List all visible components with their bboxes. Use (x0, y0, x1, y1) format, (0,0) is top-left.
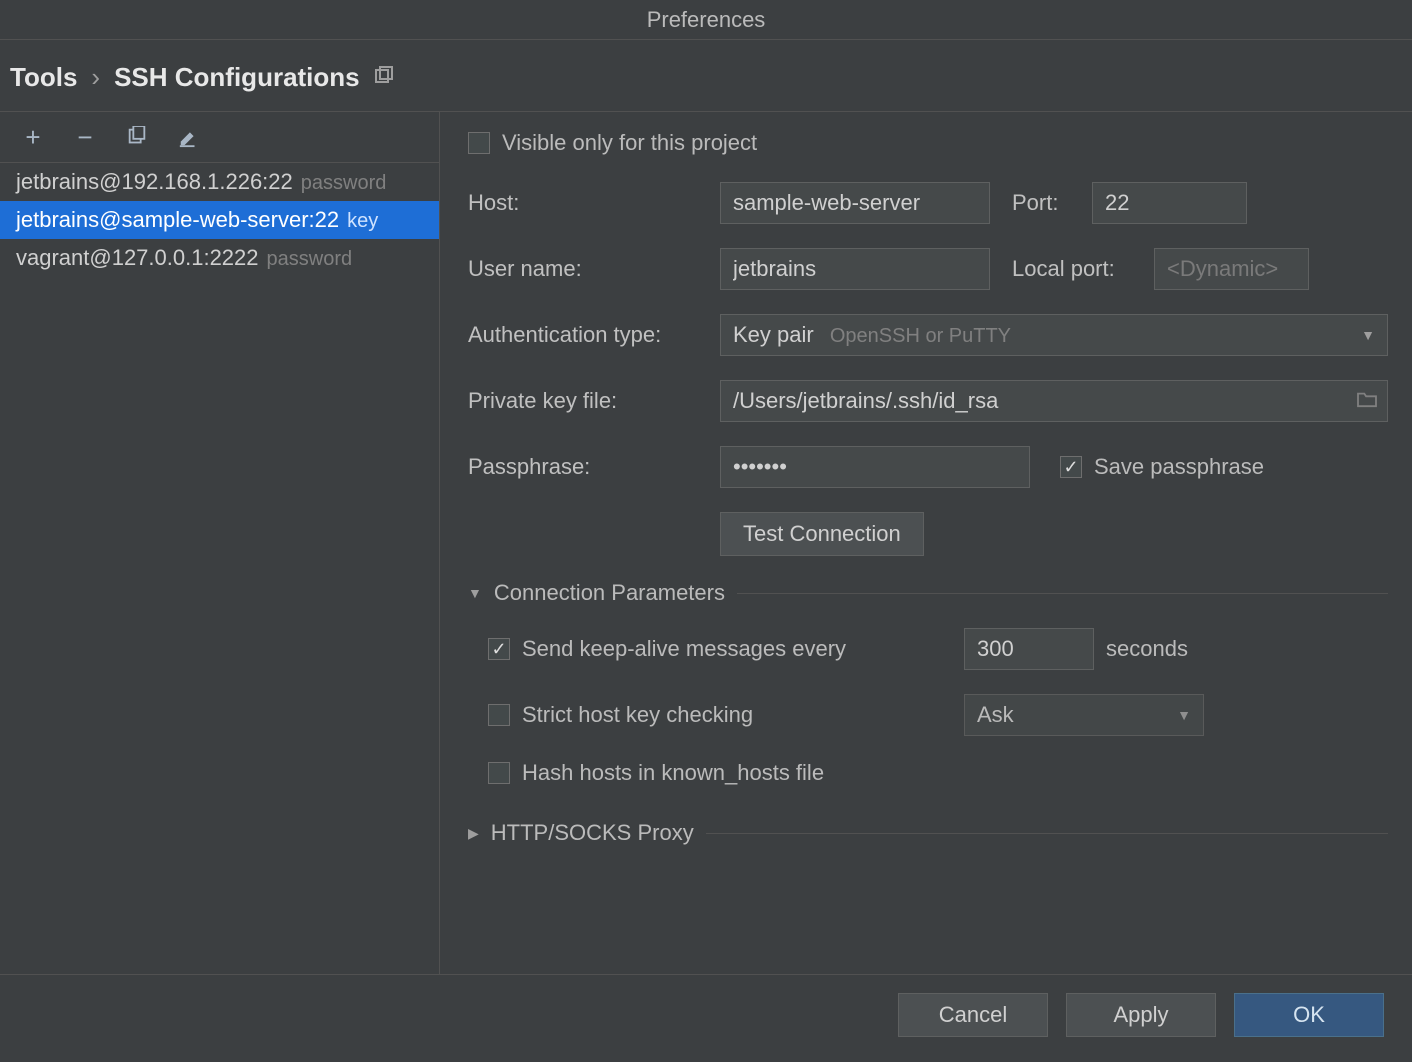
visible-only-checkbox[interactable] (468, 132, 490, 154)
config-item-hint: password (301, 172, 387, 195)
host-label: Host: (468, 190, 708, 216)
config-sidebar: + − jetbrains@192.168.1.226:22 password … (0, 112, 440, 974)
passphrase-label: Passphrase: (468, 454, 708, 480)
auth-type-hint: OpenSSH or PuTTY (830, 325, 1011, 347)
config-form: Visible only for this project Host: Port… (440, 112, 1412, 974)
breadcrumb: Tools › SSH Configurations (0, 40, 1412, 112)
hash-hosts-checkbox[interactable] (488, 762, 510, 784)
apply-button[interactable]: Apply (1066, 993, 1216, 1037)
ok-button[interactable]: OK (1234, 993, 1384, 1037)
keep-alive-label: Send keep-alive messages every (522, 636, 952, 662)
test-connection-button[interactable]: Test Connection (720, 512, 924, 556)
save-passphrase-checkbox[interactable] (1060, 456, 1082, 478)
visible-only-label: Visible only for this project (502, 130, 757, 156)
chevron-down-icon: ▼ (1177, 707, 1191, 723)
local-port-label: Local port: (1012, 256, 1142, 282)
config-item-label: jetbrains@sample-web-server:22 (16, 207, 339, 233)
breadcrumb-root[interactable]: Tools (10, 62, 77, 93)
private-key-label: Private key file: (468, 388, 708, 414)
keep-alive-interval-input[interactable] (964, 628, 1094, 670)
keep-alive-unit: seconds (1106, 636, 1188, 662)
username-input[interactable] (720, 248, 990, 290)
section-title: HTTP/SOCKS Proxy (491, 820, 694, 846)
dialog-footer: Cancel Apply OK (0, 974, 1412, 1054)
auth-type-label: Authentication type: (468, 322, 708, 348)
config-item-hint: password (267, 248, 353, 271)
add-config-button[interactable]: + (20, 124, 46, 150)
passphrase-input[interactable] (720, 446, 1030, 488)
breadcrumb-current: SSH Configurations (114, 62, 360, 93)
edit-config-button[interactable] (176, 124, 202, 150)
keep-alive-checkbox[interactable] (488, 638, 510, 660)
config-list: jetbrains@192.168.1.226:22 password jetb… (0, 163, 439, 974)
config-item[interactable]: jetbrains@sample-web-server:22 key (0, 201, 439, 239)
strict-host-select[interactable]: Ask ▼ (964, 694, 1204, 736)
browse-file-icon[interactable] (1356, 388, 1378, 414)
private-key-input[interactable] (720, 380, 1388, 422)
remove-config-button[interactable]: − (72, 124, 98, 150)
hash-hosts-label: Hash hosts in known_hosts file (522, 760, 824, 786)
breadcrumb-separator: › (91, 62, 100, 93)
detach-window-icon[interactable] (374, 62, 394, 93)
chevron-right-icon: ▶ (468, 825, 479, 842)
config-item[interactable]: jetbrains@192.168.1.226:22 password (0, 163, 439, 201)
config-item-label: vagrant@127.0.0.1:2222 (16, 245, 259, 271)
auth-type-value: Key pair (733, 322, 814, 347)
strict-host-value: Ask (977, 702, 1014, 728)
proxy-section[interactable]: ▶ HTTP/SOCKS Proxy (468, 820, 1388, 846)
chevron-down-icon: ▼ (468, 585, 482, 601)
connection-params-section[interactable]: ▼ Connection Parameters (468, 580, 1388, 606)
config-item-hint: key (347, 210, 378, 233)
host-input[interactable] (720, 182, 990, 224)
auth-type-select[interactable]: Key pair OpenSSH or PuTTY ▼ (720, 314, 1388, 356)
window-titlebar: Preferences (0, 0, 1412, 40)
config-toolbar: + − (0, 112, 439, 163)
section-title: Connection Parameters (494, 580, 725, 606)
strict-host-checkbox[interactable] (488, 704, 510, 726)
local-port-input[interactable] (1154, 248, 1309, 290)
config-item[interactable]: vagrant@127.0.0.1:2222 password (0, 239, 439, 277)
port-label: Port: (1012, 190, 1080, 216)
config-item-label: jetbrains@192.168.1.226:22 (16, 169, 293, 195)
port-input[interactable] (1092, 182, 1247, 224)
username-label: User name: (468, 256, 708, 282)
strict-host-label: Strict host key checking (522, 702, 952, 728)
save-passphrase-label: Save passphrase (1094, 454, 1264, 480)
cancel-button[interactable]: Cancel (898, 993, 1048, 1037)
chevron-down-icon: ▼ (1361, 327, 1375, 343)
copy-config-button[interactable] (124, 124, 150, 150)
